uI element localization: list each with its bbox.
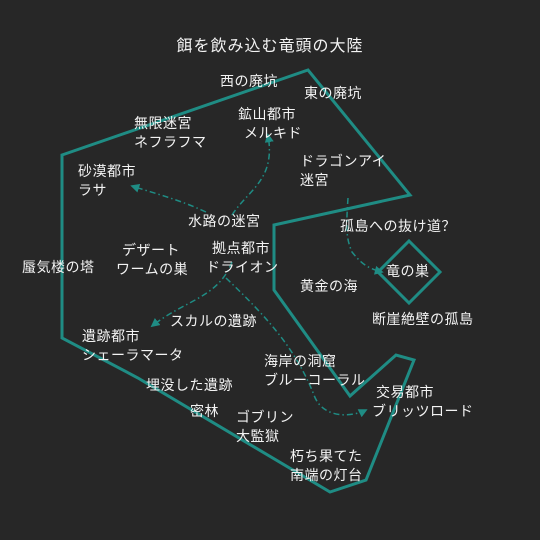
place-goblin-prison-line1: ゴブリン <box>236 410 294 426</box>
place-coastal-cave-line2: ブルーコーラル <box>264 373 366 389</box>
place-nefurafuma-line1: 無限迷宮 <box>134 116 192 132</box>
map-canvas: 餌を飲み込む竜頭の大陸 西の廃坑 東の廃坑 無限迷宮 ネフラフマ 鉱山都市 メル… <box>0 0 540 540</box>
place-buried-ruins: 埋没した遺跡 <box>146 378 233 394</box>
place-east-mine: 東の廃坑 <box>304 86 362 102</box>
place-dragon-eye-line1: ドラゴンアイ <box>300 154 387 170</box>
place-shelamata-line1: 遺跡都市 <box>82 329 140 345</box>
place-golden-sea: 黄金の海 <box>300 279 358 295</box>
place-britzroad: 交易都市 ブリッツロード <box>372 384 474 422</box>
place-dragon-eye-line2: 迷宮 <box>300 173 329 189</box>
place-rasa-line2: ラサ <box>78 183 107 199</box>
place-shelamata: 遺跡都市 シェーラマータ <box>82 328 184 366</box>
place-sandworm-line1: デザート <box>122 243 180 259</box>
place-sandworm-line2: ワームの巣 <box>116 262 189 278</box>
place-sandworm: デザート ワームの巣 <box>116 242 188 280</box>
place-cliff-island: 断崖絶壁の孤島 <box>372 312 474 328</box>
route-to-rasa <box>130 183 207 213</box>
place-britzroad-line1: 交易都市 <box>376 385 434 401</box>
place-lighthouse-line2: 南端の灯台 <box>290 468 363 484</box>
route-to-britzroad <box>225 277 368 418</box>
place-drion-line1: 拠点都市 <box>212 241 270 257</box>
place-lighthouse-line1: 朽ち果てた <box>290 449 363 465</box>
place-lighthouse: 朽ち果てた 南端の灯台 <box>290 448 363 486</box>
place-nefurafuma: 無限迷宮 ネフラフマ <box>134 115 207 153</box>
place-drion-line2: ドライオン <box>206 260 279 276</box>
place-shelamata-line2: シェーラマータ <box>82 348 184 364</box>
place-merukido-line1: 鉱山都市 <box>238 107 296 123</box>
place-waterway: 水路の迷宮 <box>188 214 261 230</box>
place-west-mine: 西の廃坑 <box>220 74 278 90</box>
place-coastal-cave: 海岸の洞窟 ブルーコーラル <box>264 353 366 391</box>
place-jungle: 密林 <box>190 404 219 420</box>
map-title: 餌を飲み込む竜頭の大陸 <box>176 36 364 55</box>
place-rasa: 砂漠都市 ラサ <box>78 163 136 201</box>
place-dragon-eye: ドラゴンアイ 迷宮 <box>300 153 386 191</box>
place-merukido-line2: メルキド <box>244 126 302 142</box>
place-merukido: 鉱山都市 メルキド <box>238 106 302 144</box>
place-britzroad-line2: ブリッツロード <box>372 404 474 420</box>
place-nefurafuma-line2: ネフラフマ <box>134 135 207 151</box>
place-goblin-prison-line2: 大監獄 <box>236 429 280 445</box>
place-drion: 拠点都市 ドライオン <box>206 240 279 278</box>
place-dragon-nest: 竜の巣 <box>386 264 430 280</box>
place-goblin-prison: ゴブリン 大監獄 <box>236 409 294 447</box>
place-mirage-tower: 蜃気楼の塔 <box>22 260 95 276</box>
route-to-merukido <box>231 133 274 216</box>
place-coastal-cave-line1: 海岸の洞窟 <box>264 354 337 370</box>
place-lone-passage: 孤島への抜け道？ <box>340 219 456 235</box>
place-rasa-line1: 砂漠都市 <box>78 164 136 180</box>
